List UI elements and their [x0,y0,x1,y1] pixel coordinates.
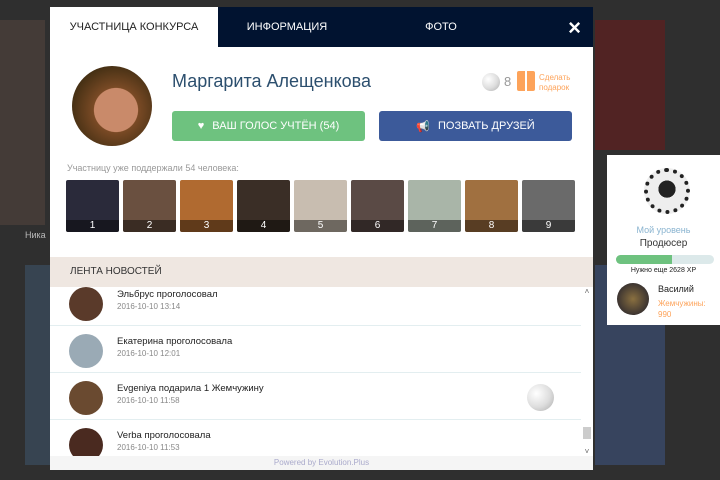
level-rank: Продюсер [639,238,688,249]
level-panel: Мой уровень Продюсер Нужно еще 2628 XP В… [607,155,720,325]
feed-date: 2016-10-10 11:58 [117,396,180,405]
supporter-thumb[interactable]: 6 [351,180,404,232]
my-level-label[interactable]: Мой уровень [607,225,720,235]
invite-label: ПОЗВАТЬ ДРУЗЕЙ [437,120,535,132]
gift-icon[interactable] [517,71,535,91]
supporters-label: Участницу уже поддержали 54 человека: [67,163,239,173]
scroll-up-icon[interactable]: ˄ [581,287,593,296]
supporter-thumb[interactable]: 3 [180,180,233,232]
gift-label: подарок [539,83,570,92]
background-photo [595,20,665,150]
feed-text: Verba проголосовала [117,430,211,441]
producer-emblem-icon [644,168,690,214]
pearl-icon [482,73,500,91]
supporter-thumb[interactable]: 1 [66,180,119,232]
pearls-value: 990 [658,310,672,319]
vote-button[interactable]: ♥ ВАШ ГОЛОС УЧТЁН (54) [172,111,365,141]
feed-avatar[interactable] [69,287,103,321]
powered-by: Powered by Evolution.Plus [50,456,593,470]
feed-text: Эльбрус проголосовал [117,289,218,300]
supporter-thumb[interactable]: 5 [294,180,347,232]
supporter-thumb[interactable]: 7 [408,180,461,232]
tab-bar: УЧАСТНИЦА КОНКУРСА ИНФОРМАЦИЯ ФОТО × [50,7,593,47]
feed-item: Екатерина проголосовала 2016-10-10 12:01 [50,326,581,373]
tab-photo[interactable]: ФОТО [356,7,526,47]
tab-contestant[interactable]: УЧАСТНИЦА КОНКУРСА [50,7,218,47]
contestant-modal: УЧАСТНИЦА КОНКУРСА ИНФОРМАЦИЯ ФОТО × Мар… [50,7,593,470]
contestant-avatar [72,66,152,146]
feed-item: Эльбрус проголосовал 2016-10-10 13:14 [50,287,581,326]
feed-item: Evgeniya подарила 1 Жемчужину 2016-10-10 … [50,373,581,420]
feed-header: ЛЕНТА НОВОСТЕЙ [50,257,593,287]
scroll-down-icon[interactable]: ˅ [581,447,593,456]
megaphone-icon: 📢 [416,120,430,133]
supporter-number: 2 [123,220,176,232]
feed-text: Evgeniya подарила 1 Жемчужину [117,383,264,394]
close-icon[interactable]: × [568,15,581,41]
invite-friends-button[interactable]: 📢 ПОЗВАТЬ ДРУЗЕЙ [379,111,572,141]
feed-avatar[interactable] [69,334,103,368]
gift-label: Сделать [539,73,571,82]
supporter-number: 3 [180,220,233,232]
supporter-number: 9 [522,220,575,232]
feed-date: 2016-10-10 12:01 [117,349,181,358]
feed-date: 2016-10-10 11:53 [117,443,180,452]
user-name: Василий [658,284,694,294]
pearls-label: Жемчужины: [658,299,706,308]
feed-date: 2016-10-10 13:14 [117,302,181,311]
supporter-number: 8 [465,220,518,232]
news-feed: Эльбрус проголосовал 2016-10-10 13:14 Екат… [50,287,581,456]
supporter-number: 7 [408,220,461,232]
xp-needed: Нужно еще 2628 XP [630,267,697,274]
supporter-number: 5 [294,220,347,232]
supporter-number: 6 [351,220,404,232]
feed-item: Verba проголосовала 2016-10-10 11:53 [50,420,581,456]
tab-info[interactable]: ИНФОРМАЦИЯ [218,7,356,47]
heart-icon: ♥ [197,120,205,132]
supporter-thumb[interactable]: 8 [465,180,518,232]
feed-avatar[interactable] [69,428,103,456]
background-photo [0,20,45,225]
supporter-thumb[interactable]: 4 [237,180,290,232]
make-gift-link[interactable]: Сделать подарок [539,73,570,93]
pearl-icon [527,384,554,411]
feed-scrollbar[interactable]: ˄ ˅ [581,287,593,456]
user-pearls: Жемчужины: 990 [658,298,706,320]
scrollbar-thumb[interactable] [583,427,591,439]
user-avatar [617,283,649,315]
supporter-number: 4 [237,220,290,232]
background-caption: Ника [25,230,46,240]
xp-progress-bar [616,255,714,264]
pearl-count: 8 [504,74,512,89]
contestant-name: Маргарита Алещенкова [172,71,372,91]
feed-avatar[interactable] [69,381,103,415]
vote-label: ВАШ ГОЛОС УЧТЁН (54) [212,120,340,132]
feed-text: Екатерина проголосовала [117,336,233,347]
supporter-thumb[interactable]: 2 [123,180,176,232]
supporters-list: 123456789 [66,180,575,232]
supporter-thumb[interactable]: 9 [522,180,575,232]
background-photo [25,265,50,465]
xp-progress-fill [616,255,672,264]
supporter-number: 1 [66,220,119,232]
